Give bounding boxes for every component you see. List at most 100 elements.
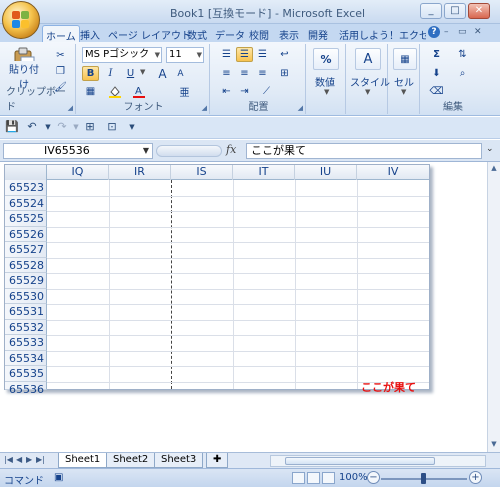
font-name-select[interactable]: MS Pゴシック ▼ bbox=[82, 47, 162, 63]
fill-icon[interactable]: ⬇ bbox=[428, 66, 445, 81]
phonetic-icon[interactable]: 亜 bbox=[176, 84, 193, 99]
macro-record-icon[interactable]: ▣ bbox=[54, 472, 63, 483]
sheet-tab-3[interactable]: Sheet3 bbox=[154, 453, 204, 468]
page-break-view-icon[interactable] bbox=[322, 472, 335, 484]
table-icon[interactable]: ⊡ bbox=[104, 120, 120, 134]
cut-icon[interactable]: ✂ bbox=[52, 48, 69, 63]
row-header[interactable]: 65527 bbox=[5, 242, 47, 258]
orientation-icon[interactable]: ⟋ bbox=[258, 84, 275, 99]
wrap-text-icon[interactable]: ↩ bbox=[276, 47, 293, 62]
align-middle-icon[interactable]: ☰ bbox=[236, 47, 253, 62]
normal-view-icon[interactable] bbox=[292, 472, 305, 484]
underline-button[interactable]: U bbox=[122, 66, 139, 81]
row-header[interactable]: 65533 bbox=[5, 335, 47, 351]
select-all-corner[interactable] bbox=[5, 165, 47, 180]
fill-color-icon[interactable] bbox=[106, 84, 123, 99]
scroll-down-icon[interactable]: ▼ bbox=[488, 438, 500, 450]
align-top-icon[interactable]: ☰ bbox=[218, 47, 235, 62]
tab-page-layout[interactable]: ページ レイアウト bbox=[105, 25, 194, 42]
sheet-tab-1[interactable]: Sheet1 bbox=[58, 453, 108, 468]
last-sheet-icon[interactable]: ▶| bbox=[36, 455, 45, 464]
styles-dropdown-icon[interactable]: ▼ bbox=[365, 88, 370, 96]
font-color-icon[interactable]: A bbox=[130, 84, 147, 99]
row-header[interactable]: 65529 bbox=[5, 273, 47, 289]
prev-sheet-icon[interactable]: ◀ bbox=[16, 455, 22, 464]
zoom-slider-thumb[interactable] bbox=[421, 473, 426, 484]
save-icon[interactable]: 💾 bbox=[4, 120, 20, 134]
cells-icon[interactable]: ▦ bbox=[393, 48, 417, 70]
row-header[interactable]: 65523 bbox=[5, 180, 47, 196]
page-layout-view-icon[interactable] bbox=[307, 472, 320, 484]
increase-indent-icon[interactable]: ⇥ bbox=[236, 84, 253, 99]
align-left-icon[interactable]: ≡ bbox=[218, 66, 235, 81]
column-header[interactable]: IV bbox=[357, 165, 429, 180]
expand-formula-icon[interactable]: ⌄ bbox=[486, 144, 494, 154]
tab-data[interactable]: データ bbox=[212, 25, 248, 42]
border-icon[interactable]: ▦ bbox=[82, 84, 99, 99]
autosum-icon[interactable]: Σ bbox=[428, 47, 445, 62]
tab-home[interactable]: ホーム bbox=[42, 25, 80, 43]
row-header[interactable]: 65526 bbox=[5, 226, 47, 242]
row-header[interactable]: 65535 bbox=[5, 366, 47, 382]
align-right-icon[interactable]: ≡ bbox=[254, 66, 271, 81]
row-header[interactable]: 65525 bbox=[5, 211, 47, 227]
close-button[interactable]: ✕ bbox=[468, 3, 490, 19]
ribbon-minimize-icon[interactable]: – bbox=[444, 27, 449, 37]
grow-font-button[interactable]: A bbox=[154, 66, 171, 81]
align-center-icon[interactable]: ≡ bbox=[236, 66, 253, 81]
decrease-indent-icon[interactable]: ⇤ bbox=[218, 84, 235, 99]
clipboard-launcher-icon[interactable]: ◢ bbox=[68, 104, 73, 112]
styles-label[interactable]: スタイル bbox=[350, 74, 390, 89]
formula-input[interactable]: ここが果て bbox=[246, 143, 482, 159]
row-header[interactable]: 65528 bbox=[5, 257, 47, 273]
bold-button[interactable]: B bbox=[82, 66, 99, 81]
tab-view[interactable]: 表示 bbox=[276, 25, 302, 42]
vertical-scrollbar[interactable]: ▲ ▼ bbox=[487, 162, 500, 452]
number-format-icon[interactable]: % bbox=[313, 48, 339, 70]
sheet-tab-2[interactable]: Sheet2 bbox=[106, 453, 156, 468]
zoom-out-icon[interactable]: − bbox=[367, 471, 380, 484]
ribbon-close-icon[interactable]: ✕ bbox=[474, 27, 482, 37]
number-dropdown-icon[interactable]: ▼ bbox=[324, 88, 329, 96]
row-header[interactable]: 65534 bbox=[5, 350, 47, 366]
column-header[interactable]: IQ bbox=[47, 165, 109, 180]
copy-icon[interactable]: ❐ bbox=[52, 64, 69, 79]
align-bottom-icon[interactable]: ☰ bbox=[254, 47, 271, 62]
font-size-select[interactable]: 11 ▼ bbox=[166, 47, 204, 63]
column-header[interactable]: IU bbox=[295, 165, 357, 180]
row-header[interactable]: 65532 bbox=[5, 319, 47, 335]
first-sheet-icon[interactable]: |◀ bbox=[4, 455, 13, 464]
help-icon[interactable]: ? bbox=[428, 26, 440, 38]
italic-button[interactable]: I bbox=[102, 66, 119, 81]
underline-dropdown-icon[interactable]: ▼ bbox=[140, 68, 145, 76]
office-button[interactable] bbox=[2, 1, 40, 39]
undo-icon[interactable]: ↶ bbox=[24, 120, 40, 134]
find-select-icon[interactable]: ⌕ bbox=[454, 66, 471, 81]
customize-qat-icon[interactable]: ▼ bbox=[124, 120, 140, 134]
maximize-button[interactable]: □ bbox=[444, 3, 466, 19]
column-header[interactable]: IR bbox=[109, 165, 171, 180]
next-sheet-icon[interactable]: ▶ bbox=[26, 455, 32, 464]
zoom-in-icon[interactable]: + bbox=[469, 471, 482, 484]
row-header[interactable]: 65531 bbox=[5, 304, 47, 320]
insert-function-button[interactable]: fx bbox=[226, 143, 236, 156]
formula-splitter[interactable] bbox=[156, 145, 222, 157]
tab-excel-tips[interactable]: 活用しよう！エクセル bbox=[336, 25, 426, 42]
shrink-font-button[interactable]: A bbox=[172, 66, 189, 81]
row-header[interactable]: 65524 bbox=[5, 195, 47, 211]
zoom-level[interactable]: 100% bbox=[339, 472, 368, 483]
styles-icon[interactable]: A bbox=[355, 48, 381, 70]
column-header[interactable]: IS bbox=[171, 165, 233, 180]
name-box[interactable]: IV65536 ▼ bbox=[3, 143, 153, 159]
tab-formulas[interactable]: 数式 bbox=[184, 25, 210, 42]
scroll-up-icon[interactable]: ▲ bbox=[488, 162, 500, 174]
merge-center-icon[interactable]: ⊞ bbox=[276, 66, 293, 81]
cell-iv65536[interactable]: ここが果て bbox=[361, 379, 416, 395]
tab-insert[interactable]: 挿入 bbox=[77, 25, 103, 42]
border-draw-icon[interactable]: ⊞ bbox=[82, 120, 98, 134]
cells-dropdown-icon[interactable]: ▼ bbox=[401, 88, 406, 96]
sort-filter-icon[interactable]: ⇅ bbox=[454, 47, 471, 62]
cells-label[interactable]: セル bbox=[394, 74, 414, 89]
row-header[interactable]: 65536 bbox=[5, 381, 47, 396]
number-label[interactable]: 数値 bbox=[315, 74, 335, 89]
